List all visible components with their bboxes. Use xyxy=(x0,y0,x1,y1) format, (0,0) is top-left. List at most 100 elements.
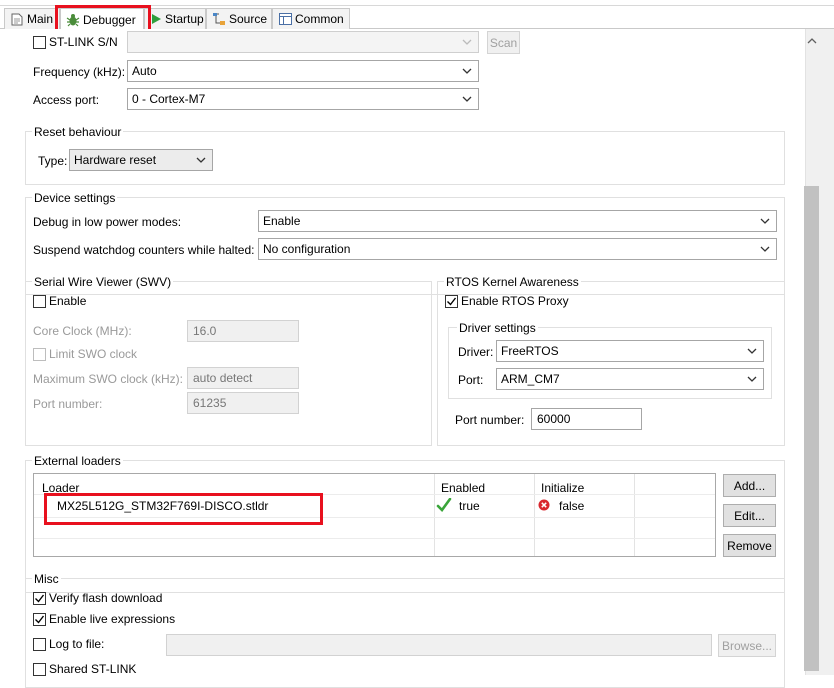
rtos-group-title: RTOS Kernel Awareness xyxy=(444,275,581,289)
loader-highlight xyxy=(44,493,323,525)
core-clock-label: Core Clock (MHz): xyxy=(33,324,132,338)
tab-common[interactable]: Common xyxy=(272,8,350,29)
shared-stlink-checkbox[interactable] xyxy=(33,662,46,676)
swv-enable-row[interactable]: Enable xyxy=(33,294,86,308)
driver-combo[interactable]: FreeRTOS xyxy=(496,340,764,362)
tab-startup-label: Startup xyxy=(165,12,204,26)
remove-loader-button[interactable]: Remove xyxy=(723,534,776,557)
limit-swo-label: Limit SWO clock xyxy=(49,347,138,361)
rtos-proxy-row[interactable]: Enable RTOS Proxy xyxy=(445,294,569,308)
limit-swo-row[interactable]: Limit SWO clock xyxy=(33,347,137,361)
chevron-down-icon xyxy=(745,346,759,356)
log-file-checkbox[interactable] xyxy=(33,637,46,651)
low-power-label: Debug in low power modes: xyxy=(33,215,182,229)
frequency-combo[interactable]: Auto xyxy=(127,60,479,82)
log-file-row[interactable]: Log to file: xyxy=(33,637,104,651)
col-enabled-header[interactable]: Enabled xyxy=(441,481,485,495)
watchdog-value: No configuration xyxy=(263,242,351,256)
rtos-port-value: ARM_CM7 xyxy=(501,372,560,386)
core-clock-field[interactable]: 16.0 xyxy=(187,320,299,342)
rtos-port-combo[interactable]: ARM_CM7 xyxy=(496,368,764,390)
source-icon xyxy=(212,12,226,26)
tab-bar: Main Debugger Startup Source Common xyxy=(0,0,834,40)
swv-port-field[interactable]: 61235 xyxy=(187,392,299,414)
tab-main[interactable]: Main xyxy=(4,8,60,29)
row-separator xyxy=(34,538,715,539)
col-initialize-header[interactable]: Initialize xyxy=(541,481,584,495)
common-icon xyxy=(278,12,292,26)
stlink-sn-label: ST-LINK S/N xyxy=(49,35,118,49)
startup-play-icon xyxy=(150,12,162,26)
access-port-value: 0 - Cortex-M7 xyxy=(132,92,206,106)
tab-source[interactable]: Source xyxy=(206,8,272,29)
edit-loader-button[interactable]: Edit... xyxy=(723,504,776,527)
low-power-value: Enable xyxy=(263,214,301,228)
verify-flash-row[interactable]: Verify flash download xyxy=(33,591,162,605)
reset-type-combo[interactable]: Hardware reset xyxy=(69,149,213,171)
max-swo-field[interactable]: auto detect xyxy=(187,367,299,389)
frequency-value: Auto xyxy=(132,64,157,78)
max-swo-label: Maximum SWO clock (kHz): xyxy=(33,372,183,386)
rtos-port-number-field[interactable]: 60000 xyxy=(531,408,642,430)
reset-type-label: Type: xyxy=(38,154,68,168)
loader-enabled: true xyxy=(459,499,480,513)
live-expr-checkbox[interactable] xyxy=(33,612,46,626)
live-expr-row[interactable]: Enable live expressions xyxy=(33,612,175,626)
loaders-group-title: External loaders xyxy=(32,454,123,468)
watchdog-combo[interactable]: No configuration xyxy=(258,238,777,260)
stlink-sn-checkbox[interactable] xyxy=(33,35,46,49)
misc-group-title: Misc xyxy=(32,572,61,586)
debugger-panel: ST-LINK S/N Scan Frequency (kHz): Auto A… xyxy=(0,29,805,688)
log-file-field[interactable] xyxy=(166,634,712,656)
tab-startup[interactable]: Startup xyxy=(144,8,206,29)
chevron-down-icon xyxy=(460,37,474,47)
rtos-proxy-label: Enable RTOS Proxy xyxy=(461,294,569,308)
add-loader-button[interactable]: Add... xyxy=(723,474,776,497)
watchdog-label: Suspend watchdog counters while halted: xyxy=(33,243,255,257)
scrollbar-thumb[interactable] xyxy=(804,186,819,671)
scroll-up-arrow-icon[interactable] xyxy=(807,33,817,47)
limit-swo-checkbox[interactable] xyxy=(33,347,46,361)
stlink-sn-combo[interactable] xyxy=(127,31,479,53)
driver-value: FreeRTOS xyxy=(501,344,559,358)
tab-main-label: Main xyxy=(27,12,54,26)
access-port-label: Access port: xyxy=(33,93,100,107)
reset-type-value: Hardware reset xyxy=(74,153,157,167)
swv-port-label: Port number: xyxy=(33,397,103,411)
rtos-port-number-label: Port number: xyxy=(455,413,525,427)
checkmark-icon xyxy=(35,615,45,624)
rtos-port-label: Port: xyxy=(458,373,484,387)
log-file-label: Log to file: xyxy=(49,637,105,651)
scan-button[interactable]: Scan xyxy=(487,31,520,54)
error-red-icon xyxy=(538,499,550,514)
low-power-combo[interactable]: Enable xyxy=(258,210,777,232)
access-port-combo[interactable]: 0 - Cortex-M7 xyxy=(127,88,479,110)
chevron-down-icon xyxy=(758,216,772,226)
device-group-title: Device settings xyxy=(32,191,118,205)
check-green-icon xyxy=(436,497,452,516)
rtos-proxy-checkbox[interactable] xyxy=(445,294,458,308)
swv-enable-label: Enable xyxy=(49,294,87,308)
swv-group-title: Serial Wire Viewer (SWV) xyxy=(32,275,174,289)
stlink-sn-row: ST-LINK S/N xyxy=(33,35,118,49)
verify-flash-label: Verify flash download xyxy=(49,591,163,605)
checkmark-icon xyxy=(35,594,45,603)
shared-stlink-label: Shared ST-LINK xyxy=(49,662,137,676)
chevron-down-icon xyxy=(460,66,474,76)
chevron-down-icon xyxy=(194,155,208,165)
loader-initialize: false xyxy=(559,499,585,513)
live-expr-label: Enable live expressions xyxy=(49,612,176,626)
main-tab-icon xyxy=(10,12,24,26)
shared-stlink-row[interactable]: Shared ST-LINK xyxy=(33,662,136,676)
verify-flash-checkbox[interactable] xyxy=(33,591,46,605)
checkmark-icon xyxy=(447,297,457,306)
swv-enable-checkbox[interactable] xyxy=(33,294,46,308)
reset-group-title: Reset behaviour xyxy=(32,125,124,139)
tab-source-label: Source xyxy=(229,12,268,26)
chevron-down-icon xyxy=(460,94,474,104)
tab-common-label: Common xyxy=(295,12,344,26)
browse-button[interactable]: Browse... xyxy=(718,634,776,657)
frequency-label: Frequency (kHz): xyxy=(33,65,126,79)
driver-settings-title: Driver settings xyxy=(457,321,538,335)
chevron-down-icon xyxy=(758,244,772,254)
